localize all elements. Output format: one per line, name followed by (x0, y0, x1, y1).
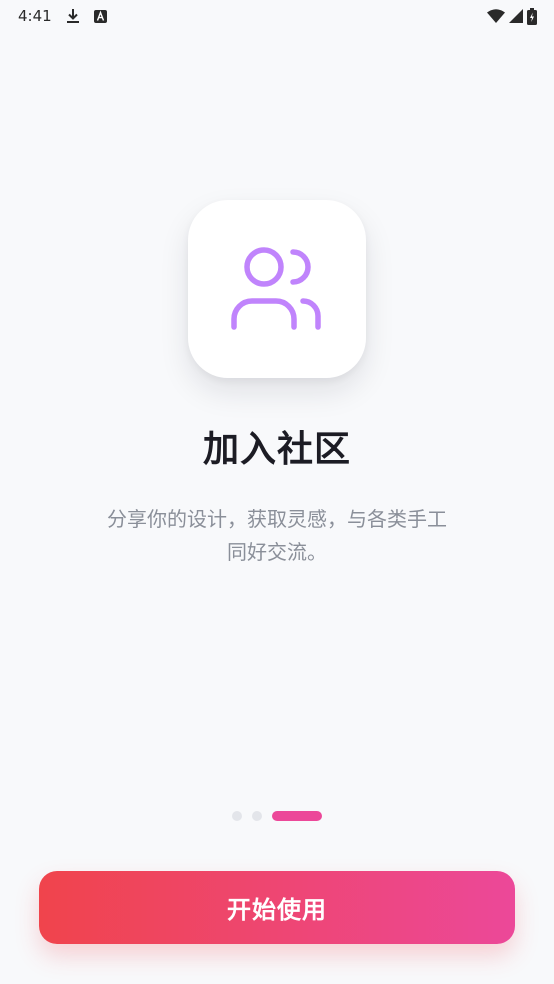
wifi-icon (487, 9, 505, 23)
page-dot-3-active[interactable] (272, 811, 322, 821)
status-bar: 4:41 (0, 0, 554, 32)
download-icon (66, 8, 80, 24)
status-time: 4:41 (18, 7, 52, 25)
feature-icon-card (188, 200, 366, 378)
page-dot-1[interactable] (232, 811, 242, 821)
page-dot-2[interactable] (252, 811, 262, 821)
signal-icon (509, 9, 523, 23)
description-line-1: 分享你的设计，获取灵感，与各类手工 (107, 507, 447, 531)
status-left: 4:41 (18, 7, 107, 25)
a-badge-icon (93, 9, 107, 23)
page-description: 分享你的设计，获取灵感，与各类手工 同好交流。 (80, 503, 474, 569)
start-button[interactable]: 开始使用 (39, 871, 515, 944)
page-indicator (0, 811, 554, 821)
description-line-2: 同好交流。 (227, 540, 327, 564)
users-icon (231, 247, 323, 331)
page-title: 加入社区 (202, 429, 351, 470)
status-right (487, 7, 537, 25)
battery-icon (527, 7, 537, 25)
